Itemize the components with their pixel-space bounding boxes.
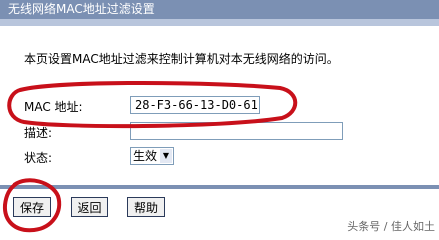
header-divider bbox=[0, 19, 439, 26]
red-circle-annotations bbox=[2, 81, 298, 233]
mac-address-input[interactable]: 28-F3-66-13-D0-61 bbox=[130, 96, 260, 114]
desc-label: 描述: bbox=[24, 126, 53, 140]
title-bar: 无线网络MAC地址过滤设置 bbox=[0, 0, 439, 19]
description-input[interactable] bbox=[130, 122, 343, 140]
intro-text: 本页设置MAC地址过滤来控制计算机对本无线网络的访问。 bbox=[24, 52, 339, 66]
watermark: 头条号 / 佳人如土 bbox=[347, 220, 435, 233]
mac-label: MAC 地址: bbox=[24, 100, 83, 114]
status-select[interactable]: 生效 ▼ bbox=[130, 147, 174, 165]
back-button[interactable]: 返回 bbox=[71, 197, 108, 217]
status-select-value: 生效 bbox=[133, 149, 158, 163]
page-title: 无线网络MAC地址过滤设置 bbox=[8, 2, 155, 16]
status-label: 状态: bbox=[24, 151, 53, 165]
dropdown-arrow-icon[interactable]: ▼ bbox=[160, 149, 172, 163]
help-button[interactable]: 帮助 bbox=[127, 197, 165, 217]
save-button[interactable]: 保存 bbox=[13, 197, 51, 217]
footer-divider bbox=[0, 185, 439, 189]
